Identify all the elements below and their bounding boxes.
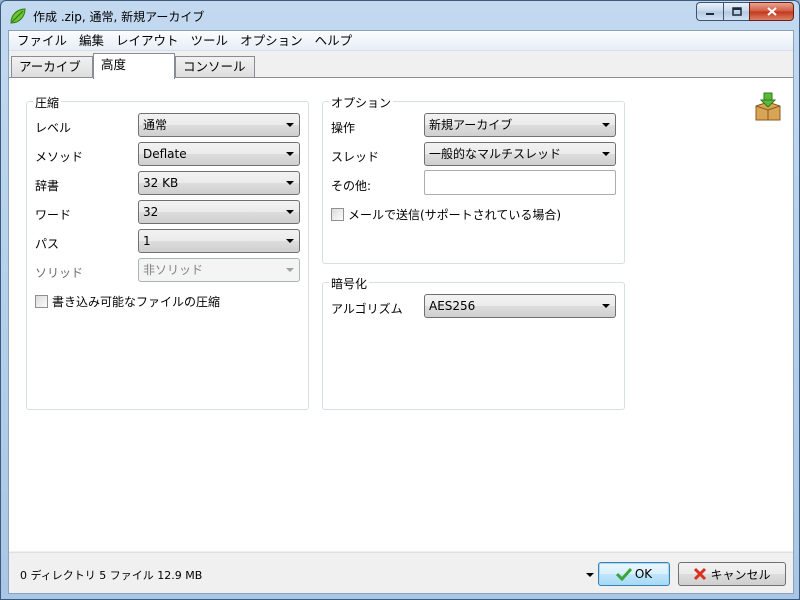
window-title: 作成 .zip, 通常, 新規アーカイブ <box>33 10 205 24</box>
chevron-down-icon <box>602 304 610 308</box>
client-area: ファイル 編集 レイアウト ツール オプション ヘルプ アーカイブ 高度 コンソ… <box>8 30 794 594</box>
title-bar[interactable]: 作成 .zip, 通常, 新規アーカイブ <box>1 1 799 30</box>
cancel-button[interactable]: キャンセル <box>678 562 786 586</box>
threads-value: 一般的なマルチスレッド <box>429 147 562 161</box>
close-icon <box>766 7 777 16</box>
chevron-down-icon <box>286 152 294 156</box>
chevron-down-icon <box>286 239 294 243</box>
menu-options[interactable]: オプション <box>234 31 309 51</box>
minimize-button[interactable] <box>696 2 723 21</box>
operation-label: 操作 <box>331 121 356 135</box>
algorithm-value: AES256 <box>429 299 476 313</box>
tab-console[interactable]: コンソール <box>175 56 255 78</box>
threads-label: スレッド <box>331 150 380 164</box>
operation-value: 新規アーカイブ <box>429 118 513 132</box>
chevron-down-icon <box>286 181 294 185</box>
operation-select[interactable]: 新規アーカイブ <box>424 113 616 137</box>
encryption-group-label: 暗号化 <box>329 275 370 292</box>
level-label: レベル <box>35 121 72 135</box>
options-group: オプション 操作 新規アーカイブ スレッド 一般的なマルチスレッド その他: メ… <box>322 94 625 264</box>
chevron-down-icon <box>286 210 294 214</box>
chevron-down-icon <box>286 268 294 272</box>
chevron-down-icon <box>286 123 294 127</box>
minimize-icon <box>706 12 714 15</box>
other-input[interactable] <box>424 170 616 195</box>
archive-box-icon[interactable] <box>752 92 784 124</box>
options-group-label: オプション <box>329 94 394 111</box>
chevron-down-icon <box>602 152 610 156</box>
threads-select[interactable]: 一般的なマルチスレッド <box>424 142 616 166</box>
level-value: 通常 <box>143 118 168 132</box>
send-mail-label: メールで送信(サポートされている場合) <box>348 208 562 222</box>
word-value: 32 <box>143 205 159 219</box>
other-label: その他: <box>331 179 372 193</box>
word-label: ワード <box>35 208 72 222</box>
menu-file[interactable]: ファイル <box>11 31 73 51</box>
solid-select: 非ソリッド <box>138 258 300 282</box>
level-select[interactable]: 通常 <box>138 113 300 137</box>
method-select[interactable]: Deflate <box>138 142 300 166</box>
passes-value: 1 <box>143 234 151 248</box>
dictionary-value: 32 KB <box>143 176 179 190</box>
compress-writable-checkbox[interactable]: 書き込み可能なファイルの圧縮 <box>35 293 220 310</box>
tab-advanced[interactable]: 高度 <box>93 53 175 79</box>
chevron-down-icon[interactable] <box>586 573 594 577</box>
maximize-icon <box>731 7 742 16</box>
chevron-down-icon <box>602 123 610 127</box>
main-window: 作成 .zip, 通常, 新規アーカイブ ファイル 編集 レイアウト ツール オ… <box>0 0 800 600</box>
advanced-panel: 圧縮 レベル 通常 メソッド Deflate 辞書 32 KB ワード 32 パ… <box>9 77 793 551</box>
tab-archive[interactable]: アーカイブ <box>11 56 93 78</box>
algorithm-select[interactable]: AES256 <box>424 294 616 318</box>
method-value: Deflate <box>143 147 187 161</box>
window-controls <box>696 2 794 21</box>
tab-strip: アーカイブ 高度 コンソール <box>9 53 793 79</box>
menu-layout[interactable]: レイアウト <box>110 31 185 51</box>
peazip-leaf-icon <box>10 8 26 24</box>
word-select[interactable]: 32 <box>138 200 300 224</box>
checkbox-box[interactable] <box>331 208 344 221</box>
passes-select[interactable]: 1 <box>138 229 300 253</box>
menu-help[interactable]: ヘルプ <box>309 31 359 51</box>
dictionary-label: 辞書 <box>35 179 60 193</box>
solid-value: 非ソリッド <box>143 263 204 277</box>
green-check-icon <box>615 567 632 581</box>
compress-writable-label: 書き込み可能なファイルの圧縮 <box>52 295 221 309</box>
algorithm-label: アルゴリズム <box>331 302 403 316</box>
encryption-group: 暗号化 アルゴリズム AES256 <box>322 275 625 410</box>
status-summary: 0 ディレクトリ 5 ファイル 12.9 MB <box>20 569 203 582</box>
red-x-icon <box>694 567 707 581</box>
menu-bar: ファイル 編集 レイアウト ツール オプション ヘルプ <box>9 31 793 51</box>
compression-group-label: 圧縮 <box>33 94 62 111</box>
checkbox-box[interactable] <box>35 295 48 308</box>
send-mail-checkbox[interactable]: メールで送信(サポートされている場合) <box>331 206 561 223</box>
cancel-button-label: キャンセル <box>710 567 771 582</box>
ok-button[interactable]: OK <box>598 562 670 586</box>
solid-label: ソリッド <box>35 266 84 280</box>
menu-edit[interactable]: 編集 <box>73 31 110 51</box>
menu-tools[interactable]: ツール <box>185 31 235 51</box>
compression-group: 圧縮 レベル 通常 メソッド Deflate 辞書 32 KB ワード 32 パ… <box>26 94 309 410</box>
maximize-button[interactable] <box>723 2 749 21</box>
dictionary-select[interactable]: 32 KB <box>138 171 300 195</box>
ok-button-label: OK <box>634 567 653 581</box>
status-bar: 0 ディレクトリ 5 ファイル 12.9 MB OK キャンセル <box>9 552 793 593</box>
method-label: メソッド <box>35 150 84 164</box>
close-button[interactable] <box>749 2 794 21</box>
passes-label: パス <box>35 237 60 251</box>
